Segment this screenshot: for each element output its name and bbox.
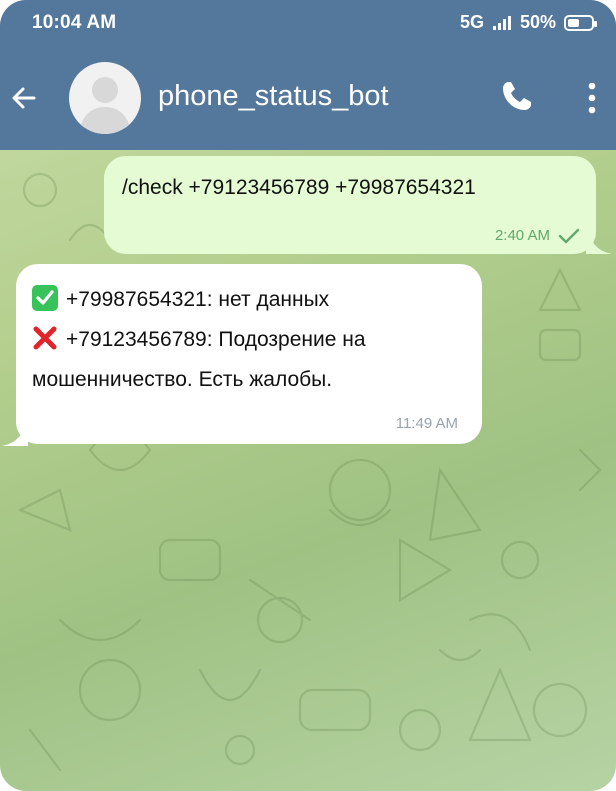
message-text: /check +79123456789 +79987654321: [122, 176, 476, 199]
result-line-1: +79987654321: нет данных: [32, 280, 466, 320]
message-time: 2:40 AM: [494, 227, 550, 244]
signal-icon: [492, 15, 511, 30]
message-meta: 2:40 AM: [495, 227, 580, 244]
phone-screen: 10:04 AM 5G 50% phone_status_bot /check …: [0, 0, 616, 791]
bubble-tail: [586, 224, 612, 254]
status-bar: 10:04 AM 5G 50%: [0, 0, 616, 50]
result-line-2: +79123456789: Подозрение на мошенничеств…: [32, 320, 466, 400]
check-emoji-icon: [32, 285, 58, 311]
check-icon: [558, 228, 580, 243]
outgoing-message[interactable]: /check +79123456789 +79987654321 2:40 AM: [104, 156, 596, 254]
back-arrow-icon[interactable]: [6, 80, 42, 116]
network-type: 5G: [459, 12, 484, 32]
battery-icon: [564, 14, 597, 31]
chat-title[interactable]: phone_status_bot: [158, 80, 389, 113]
bubble-tail: [2, 416, 28, 446]
status-indicators: 5G 50%: [459, 12, 597, 33]
incoming-message[interactable]: +79987654321: нет данных +79123456789: П…: [16, 264, 482, 444]
status-time: 10:04 AM: [32, 12, 117, 33]
more-vertical-icon[interactable]: [580, 78, 604, 118]
message-time: 11:49 AM: [395, 415, 458, 432]
phone-icon[interactable]: [497, 76, 537, 116]
avatar-placeholder-icon: [79, 77, 131, 134]
avatar[interactable]: [69, 62, 141, 134]
cross-emoji-icon: [32, 325, 58, 351]
battery-level: [568, 18, 579, 27]
chat-messages[interactable]: /check +79123456789 +79987654321 2:40 AM…: [0, 150, 616, 791]
result-text-2: +79123456789: Подозрение на мошенничеств…: [32, 328, 366, 391]
chat-header: phone_status_bot: [0, 50, 616, 150]
result-text-1: +79987654321: нет данных: [66, 288, 330, 311]
battery-percent: 50%: [519, 12, 556, 32]
